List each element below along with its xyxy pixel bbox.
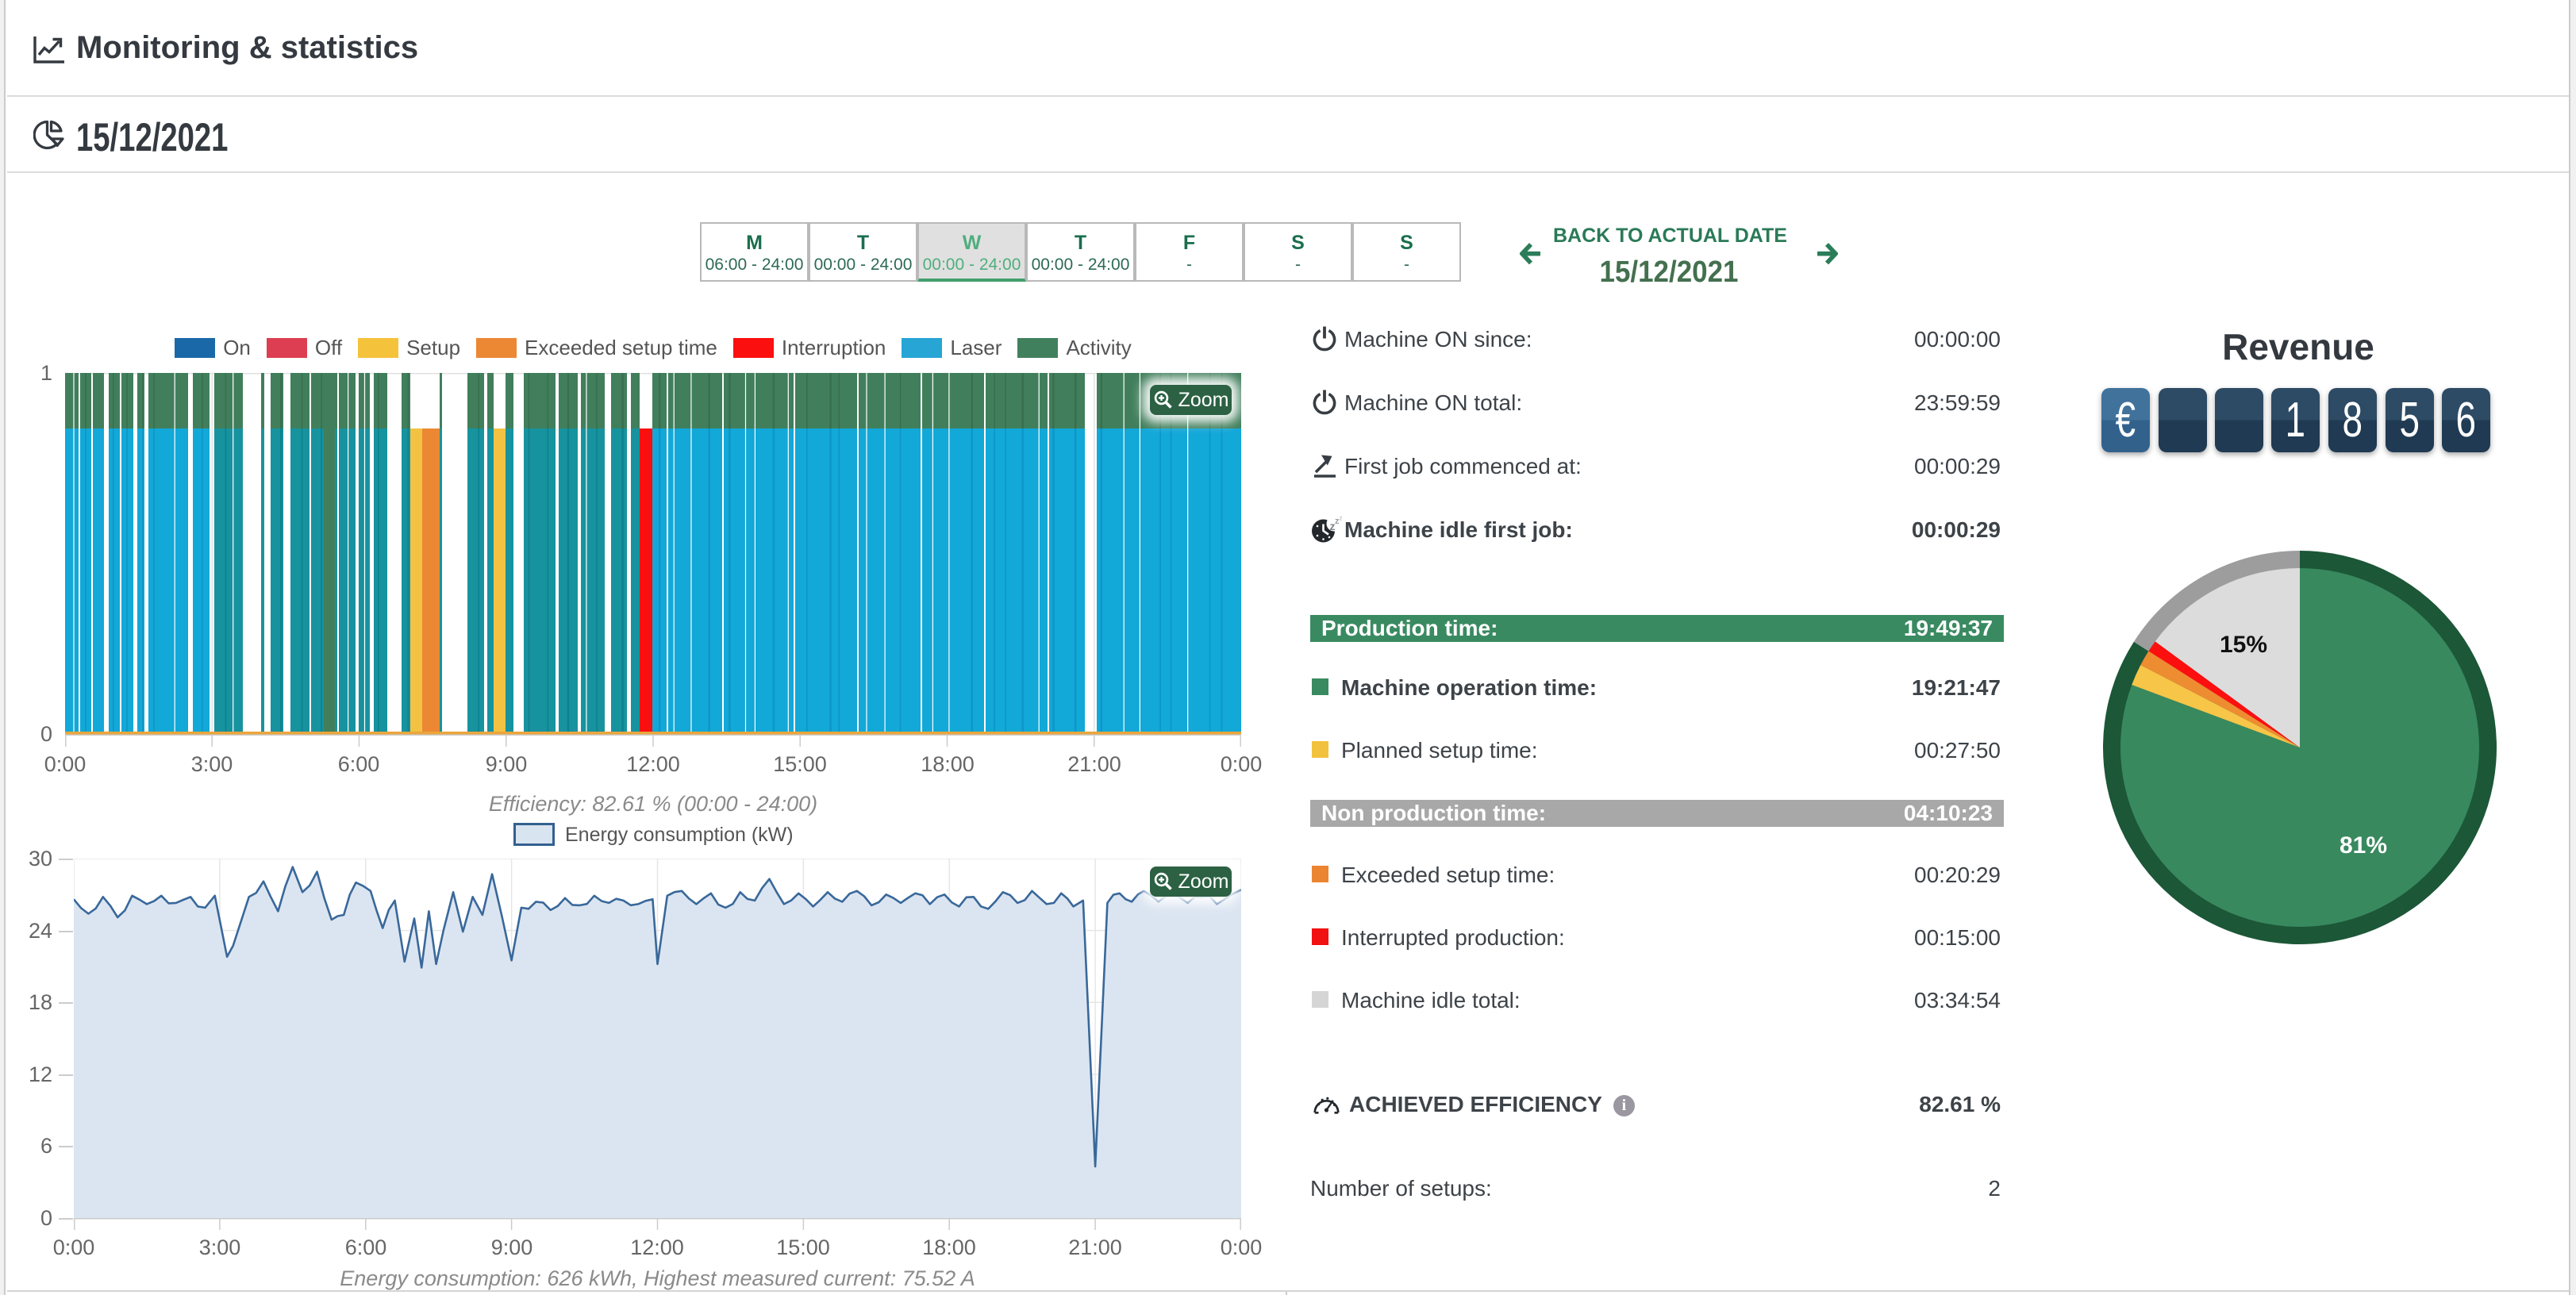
svg-text:81%: 81% — [2340, 832, 2387, 859]
svg-text:z: z — [1340, 515, 1343, 522]
svg-text:15%: 15% — [2220, 632, 2267, 658]
